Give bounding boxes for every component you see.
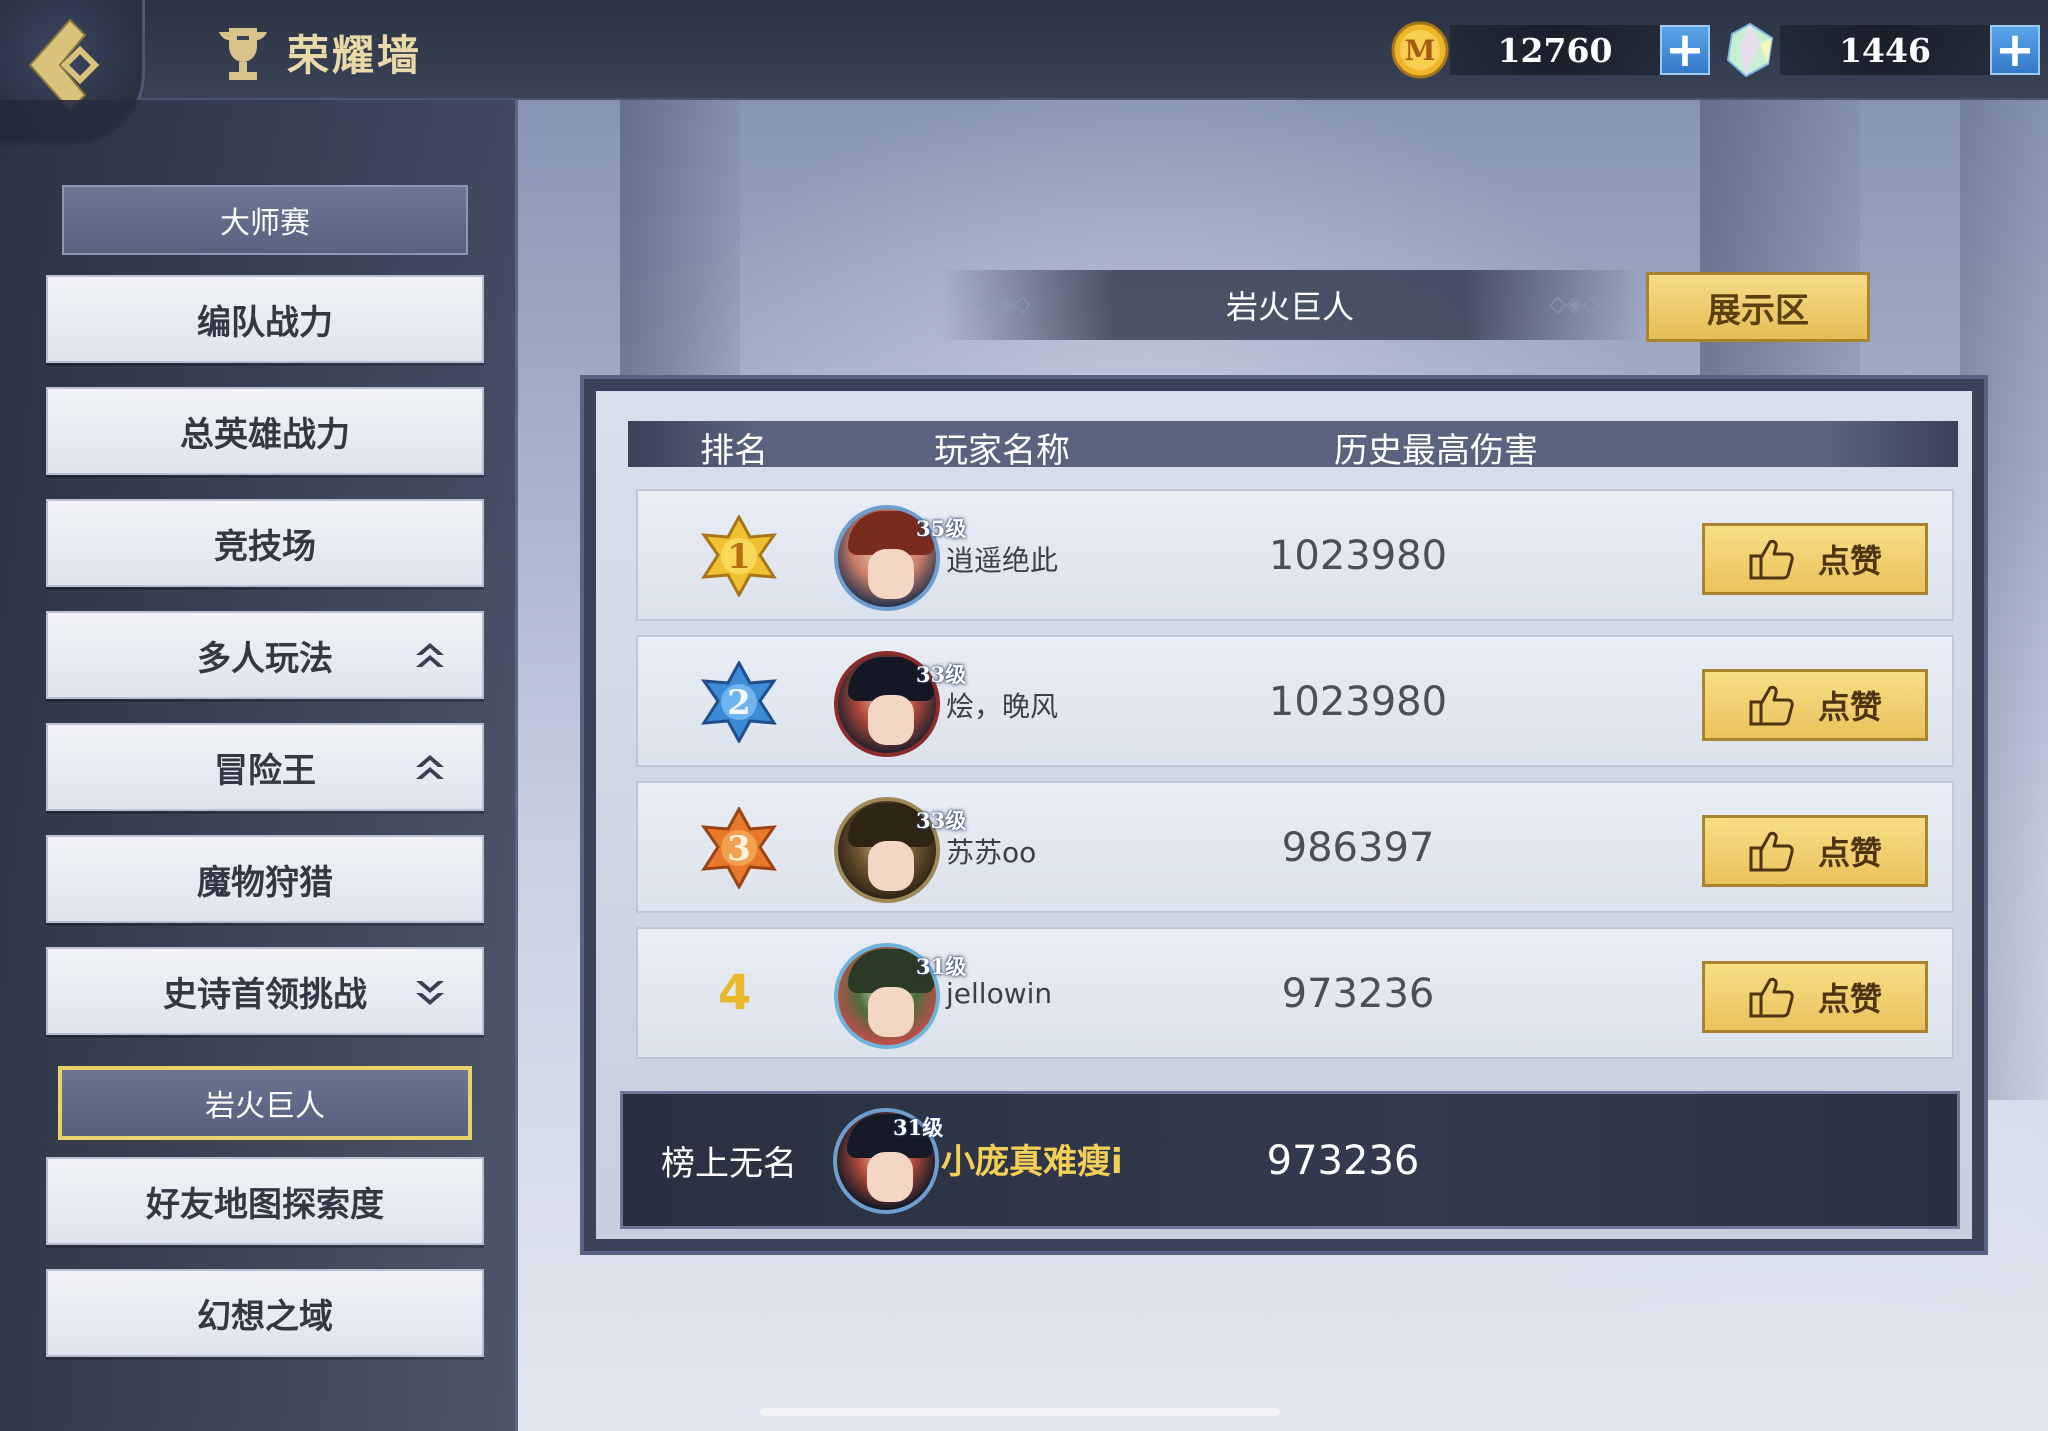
thumbs-up-icon [1749,685,1794,726]
like-button[interactable]: 点赞 [1702,669,1928,741]
player-name: 苏苏oo [946,836,1037,869]
showcase-button-label: 展示区 [1707,290,1809,331]
sidebar-item-label: 冒险王 [214,750,316,791]
sidebar-item-monster-hunt[interactable]: 魔物狩猎 [46,835,484,923]
gem-icon [1726,22,1774,78]
like-button[interactable]: 点赞 [1702,961,1928,1033]
rank-2-badge-icon: 2 [700,661,778,743]
leaderboard-inner: 排名 玩家名称 历史最高伤害 1 35级 逍遥绝此 1023980 点赞 2 3… [596,391,1972,1239]
rank-number: 4 [718,965,752,1021]
sidebar-item-label: 史诗首领挑战 [163,974,367,1015]
section-title: ◇◈◇ 岩火巨人 ◇◈◇ [940,270,1640,340]
table-row: 4 31级 jellowin 973236 点赞 [636,927,1954,1059]
trophy-icon [219,27,267,80]
thumbs-up-icon [1749,831,1794,872]
like-button[interactable]: 点赞 [1702,523,1928,595]
column-rank: 排名 [700,431,768,471]
sidebar: 大师赛 编队战力 总英雄战力 竞技场 多人玩法 冒险王 魔物狩猎 史诗首领挑战 … [0,100,518,1431]
player-name: 烩，晚风 [946,690,1059,723]
sidebar-item-friend-map[interactable]: 好友地图探索度 [46,1157,484,1245]
column-damage: 历史最高伤害 [1334,431,1538,471]
sidebar-item-label: 好友地图探索度 [146,1184,384,1225]
chevron-up-icon [416,643,444,667]
top-bar: 荣耀墙 M 12760 + 1446 + [0,0,2048,145]
coin-icon: M [1391,21,1449,79]
self-rank-row: 榜上无名 31级 小庞真难瘦i 973236 [620,1091,1960,1229]
table-row: 2 33级 烩，晚风 1023980 点赞 [636,635,1954,767]
add-gems-button[interactable]: + [1990,25,2040,75]
like-label: 点赞 [1817,980,1882,1018]
sidebar-item-fantasy-realm[interactable]: 幻想之域 [46,1269,484,1357]
player-name: 逍遥绝此 [946,544,1059,577]
table-row: 1 35级 逍遥绝此 1023980 点赞 [636,489,1954,621]
decoration-right: ◇◈◇ [1549,292,1600,317]
sidebar-item-adventure-king[interactable]: 冒险王 [46,723,484,811]
coin-currency: M 12760 + [1390,20,1710,80]
decoration-left: ◇◈◇ [980,292,1031,317]
like-button[interactable]: 点赞 [1702,815,1928,887]
showcase-button[interactable]: 展示区 [1646,272,1870,342]
self-max-damage: 973236 [1266,1138,1420,1184]
max-damage: 1023980 [1268,533,1448,579]
max-damage: 986397 [1281,825,1435,871]
sidebar-subitem-selected[interactable]: 岩火巨人 [58,1066,472,1140]
table-row: 3 33级 苏苏oo 986397 点赞 [636,781,1954,913]
self-player-name: 小庞真难瘦i [941,1142,1123,1182]
sidebar-item-epic-boss[interactable]: 史诗首领挑战 [46,947,484,1035]
home-indicator [760,1408,1280,1416]
gem-amount: 1446 [1780,25,1990,75]
rank-number: 3 [727,829,751,869]
max-damage: 1023980 [1268,679,1448,725]
like-label: 点赞 [1817,688,1882,726]
sidebar-item-multiplayer[interactable]: 多人玩法 [46,611,484,699]
sidebar-item-label: 幻想之域 [197,1296,333,1337]
page-title: 荣耀墙 [287,31,423,80]
like-label: 点赞 [1817,542,1882,580]
sidebar-item-label: 竞技场 [214,526,316,567]
max-damage: 973236 [1281,971,1435,1017]
title-group: 荣耀墙 [215,22,422,83]
sidebar-item-label: 编队战力 [197,302,333,343]
rank-number: 1 [727,537,751,577]
rank-number: 2 [727,683,751,723]
player-level: 31级 [893,1115,944,1140]
rank-3-badge-icon: 3 [700,807,778,889]
rank-1-badge-icon: 1 [700,515,778,597]
plus-icon: + [1664,22,1706,78]
plus-icon: + [1994,22,2036,78]
like-label: 点赞 [1817,834,1882,872]
gem-currency: 1446 + [1720,20,2040,80]
sidebar-item-label: 多人玩法 [197,638,333,679]
self-rank-text: 榜上无名 [661,1144,797,1184]
thumbs-up-icon [1749,977,1794,1018]
sidebar-item-label: 魔物狩猎 [197,862,333,903]
sidebar-item-team-power[interactable]: 编队战力 [46,275,484,363]
sidebar-item-label: 总英雄战力 [180,414,350,455]
coin-amount: 12760 [1450,25,1660,75]
sidebar-subitem-label: 岩火巨人 [205,1089,325,1124]
sidebar-item-arena[interactable]: 竞技场 [46,499,484,587]
sidebar-item-total-hero-power[interactable]: 总英雄战力 [46,387,484,475]
svg-text:M: M [1405,34,1436,67]
thumbs-up-icon [1749,539,1794,580]
player-name: jellowin [946,977,1053,1010]
column-header: 排名 玩家名称 历史最高伤害 [628,421,1958,471]
column-player: 玩家名称 [934,431,1070,471]
leaderboard-panel: 排名 玩家名称 历史最高伤害 1 35级 逍遥绝此 1023980 点赞 2 3… [580,375,1988,1255]
sidebar-section-label: 大师赛 [62,185,468,255]
add-coins-button[interactable]: + [1660,25,1710,75]
chevron-up-icon [416,755,444,779]
background-pillar [620,100,740,380]
chevron-down-icon [416,981,444,1005]
section-title-text: 岩火巨人 [1225,288,1354,326]
